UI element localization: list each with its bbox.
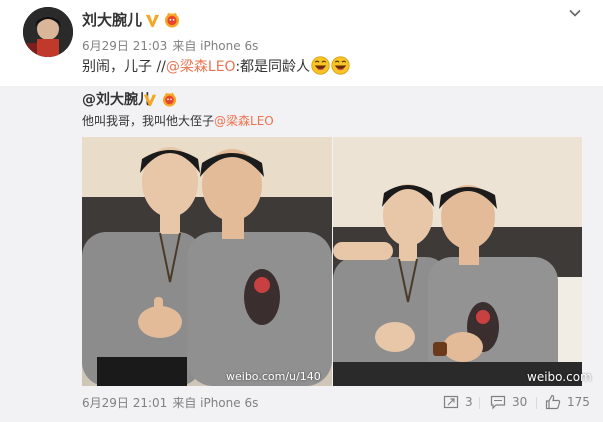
post-time[interactable]: 6月29日 21:03 (82, 39, 167, 53)
photo-watermark: weibo.com (527, 370, 592, 384)
author-name[interactable]: 刘大腕儿 (82, 10, 142, 30)
original-post-text: 他叫我哥，我叫他大侄子@梁森LEO (82, 112, 274, 130)
post-photo[interactable] (82, 137, 332, 386)
post-meta: 6月29日 21:03 来自 iPhone 6s (82, 38, 258, 54)
original-time[interactable]: 6月29日 21:01 (82, 396, 167, 410)
comment-count: 30 (512, 395, 528, 409)
vip-icon[interactable] (163, 12, 181, 28)
chevron-down-icon[interactable] (568, 6, 582, 20)
repost-icon (443, 395, 459, 409)
mention-link[interactable]: @梁森LEO (166, 59, 235, 75)
laugh-emoji-icon (311, 56, 330, 75)
action-divider (479, 397, 480, 409)
laugh-emoji-icon (331, 56, 350, 75)
post-source: 来自 iPhone 6s (172, 39, 259, 53)
post-text-after: :都是同龄人 (235, 59, 311, 75)
original-author-name[interactable]: @刘大腕儿 (82, 90, 152, 110)
like-icon (545, 394, 561, 410)
repost-count: 3 (465, 395, 473, 409)
verified-icon (145, 14, 160, 28)
photo-watermark: weibo.com/u/140 (226, 370, 321, 383)
action-divider (536, 397, 537, 409)
like-count: 175 (567, 395, 590, 409)
post-text: 别闹，儿子 //@梁森LEO:都是同龄人 (82, 56, 350, 78)
repost-button[interactable]: 3 (443, 393, 473, 411)
original-text-before: 他叫我哥，我叫他大侄子 (82, 114, 215, 128)
comment-button[interactable]: 30 (490, 393, 527, 411)
avatar[interactable] (23, 7, 73, 57)
vip-icon[interactable] (161, 92, 178, 107)
verified-icon (143, 94, 157, 107)
mention-link[interactable]: @梁森LEO (214, 114, 274, 128)
original-meta: 6月29日 21:01 来自 iPhone 6s (82, 395, 258, 411)
post-text-before: 别闹，儿子 // (82, 59, 166, 75)
comment-icon (490, 395, 506, 410)
original-source: 来自 iPhone 6s (172, 396, 259, 410)
like-button[interactable]: 175 (545, 393, 590, 411)
post-photo[interactable] (333, 137, 582, 386)
